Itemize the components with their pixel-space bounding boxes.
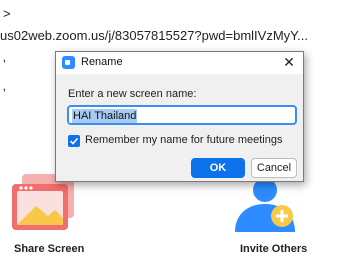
invite-others-label: Invite Others	[240, 243, 308, 255]
ok-button[interactable]: OK	[191, 158, 245, 178]
remember-name-checkbox[interactable]	[68, 135, 80, 147]
close-icon[interactable]: ✕	[281, 54, 297, 71]
share-screen-label: Share Screen	[14, 243, 85, 255]
background-text-fragment: >	[3, 6, 11, 21]
screen-name-value[interactable]: HAI Thailand	[72, 109, 138, 123]
cancel-button[interactable]: Cancel	[251, 158, 297, 178]
zoom-app-icon	[62, 56, 75, 69]
screen-name-input[interactable]: HAI Thailand	[67, 105, 297, 125]
checkmark-icon	[69, 137, 79, 145]
zoom-window: > us02web.zoom.us/j/83057815527?pwd=bmlI…	[0, 0, 350, 256]
remember-name-label[interactable]: Remember my name for future meetings	[85, 134, 282, 146]
dialog-title: Rename	[81, 56, 123, 68]
screen-name-prompt: Enter a new screen name:	[68, 88, 197, 100]
background-text-fragment: ʼ	[3, 86, 6, 101]
background-text-fragment: ʼ	[3, 57, 6, 72]
meeting-url-text: us02web.zoom.us/j/83057815527?pwd=bmlIVz…	[0, 28, 308, 43]
dialog-titlebar[interactable]: Rename ✕	[56, 52, 303, 74]
rename-dialog: Rename ✕ Enter a new screen name: HAI Th…	[55, 51, 304, 182]
